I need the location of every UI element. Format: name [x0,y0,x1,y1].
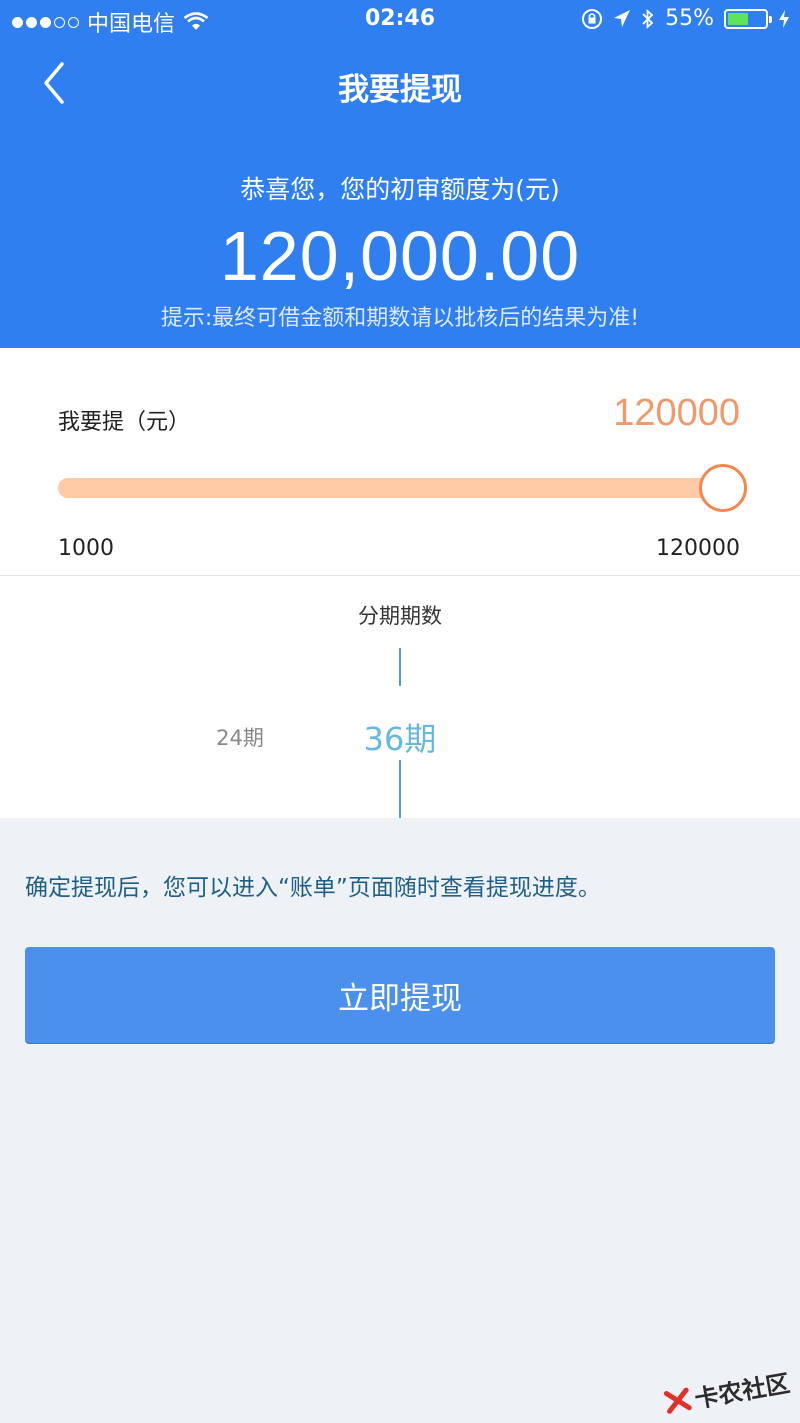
header-banner: 我要提现 恭喜您，您的初审额度为(元) 120,000.00 提示:最终可借金额… [0,40,800,348]
credit-limit-caption: 恭喜您，您的初审额度为(元) [240,175,560,204]
withdraw-amount-label: 我要提（元） [58,410,191,435]
page-title: 我要提现 [338,72,462,108]
period-indicator-top [399,648,401,686]
amount-slider-min: 1000 [58,536,114,561]
status-right: 55% [581,6,790,31]
amount-slider-max: 120000 [656,536,740,561]
amount-slider-fill [58,478,738,498]
status-bar: 中国电信 02:46 55% [0,0,800,40]
period-indicator-bottom [399,760,401,818]
battery-icon [724,8,772,29]
amount-slider-track[interactable] [58,478,738,498]
location-icon [614,9,631,27]
withdraw-now-button[interactable]: 立即提现 [25,947,775,1043]
credit-limit-amount: 120,000.00 [219,217,581,295]
withdraw-amount-card: 我要提（元） 120000 1000 120000 [0,348,800,576]
bluetooth-icon [642,8,654,29]
charging-icon [779,9,789,28]
installment-period-picker: 分期期数 24期 36期 [0,576,800,818]
period-picker-title: 分期期数 [358,604,442,628]
withdraw-amount-value: 120000 [613,392,740,434]
amount-slider-thumb[interactable] [699,464,747,512]
battery-level [728,12,748,25]
credit-limit-hint: 提示:最终可借金额和期数请以批核后的结果为准! [160,306,640,331]
period-option-selected[interactable]: 36期 [320,714,480,760]
battery-percent: 55% [665,6,714,31]
watermark-logo: 卡农社区 [662,1363,792,1419]
withdraw-notice: 确定提现后，您可以进入“账单”页面随时查看提现进度。 [25,875,601,901]
watermark-icon [663,1387,692,1414]
watermark-text: 卡农社区 [692,1369,792,1414]
orientation-lock-icon [582,8,603,29]
period-option-24[interactable]: 24期 [190,722,290,752]
